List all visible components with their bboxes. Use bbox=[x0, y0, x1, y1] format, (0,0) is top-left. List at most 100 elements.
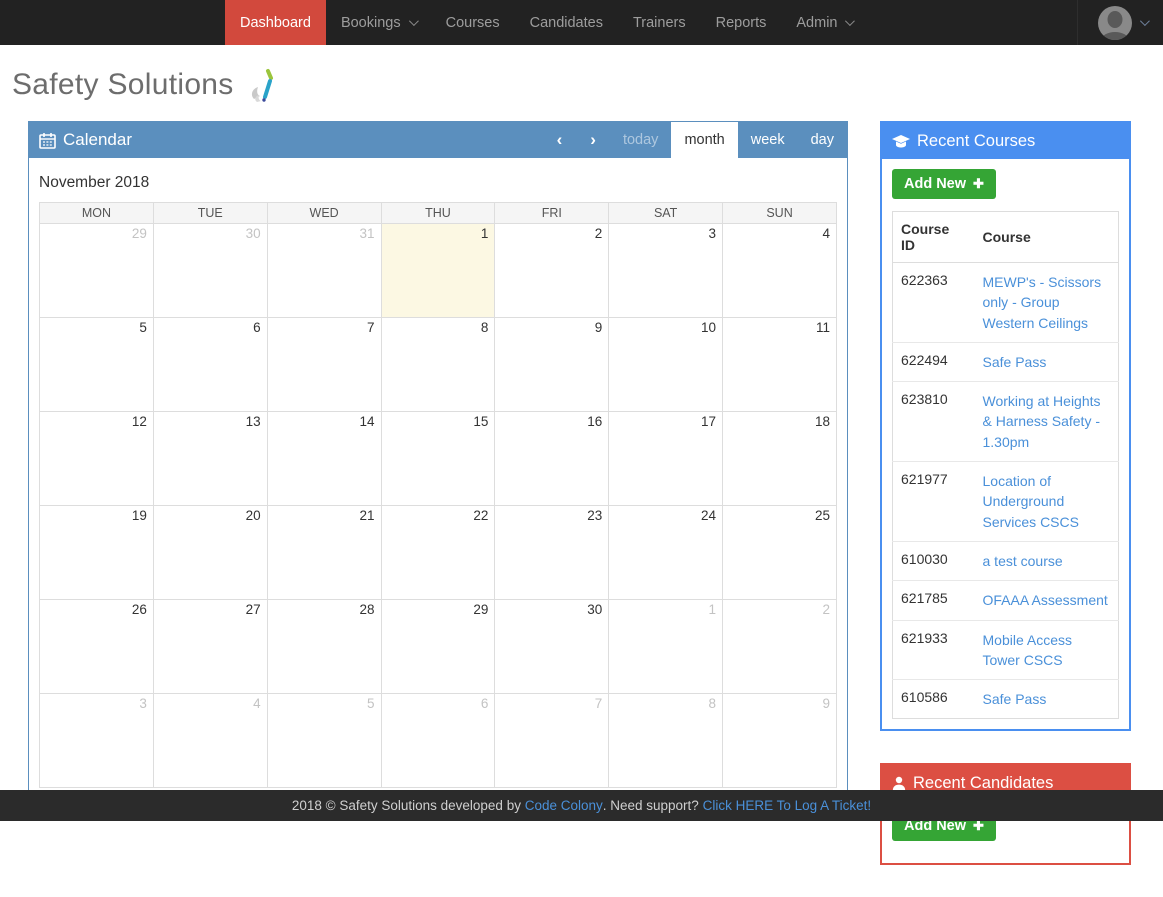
calendar-day-cell[interactable]: 9 bbox=[723, 694, 837, 788]
courses-table-header-row: Course ID Course bbox=[893, 212, 1119, 263]
footer-text: . Need support? bbox=[603, 798, 703, 813]
nav-item-bookings[interactable]: Bookings bbox=[326, 0, 431, 45]
nav-item-courses[interactable]: Courses bbox=[431, 0, 515, 45]
nav-item-dashboard[interactable]: Dashboard bbox=[225, 0, 326, 45]
course-link[interactable]: Mobile Access Tower CSCS bbox=[983, 630, 1111, 671]
nav-item-reports[interactable]: Reports bbox=[701, 0, 782, 45]
next-month-button[interactable]: › bbox=[576, 122, 610, 158]
calendar-day-cell[interactable]: 21 bbox=[267, 506, 381, 600]
calendar-icon bbox=[39, 132, 56, 149]
calendar-day-cell[interactable]: 18 bbox=[723, 412, 837, 506]
calendar-day-cell[interactable]: 8 bbox=[381, 318, 495, 412]
calendar-day-cell[interactable]: 24 bbox=[609, 506, 723, 600]
calendar-day-cell[interactable]: 6 bbox=[381, 694, 495, 788]
calendar-day-cell[interactable]: 30 bbox=[495, 600, 609, 694]
calendar-day-cell[interactable]: 11 bbox=[723, 318, 837, 412]
calendar-day-cell[interactable]: 6 bbox=[153, 318, 267, 412]
nav-item-trainers[interactable]: Trainers bbox=[618, 0, 701, 45]
course-link[interactable]: a test course bbox=[983, 551, 1063, 571]
calendar-day-cell[interactable]: 31 bbox=[267, 224, 381, 318]
calendar-day-cell[interactable]: 23 bbox=[495, 506, 609, 600]
prev-month-button[interactable]: ‹ bbox=[543, 122, 577, 158]
calendar-day-cell[interactable]: 9 bbox=[495, 318, 609, 412]
calendar-day-cell[interactable]: 27 bbox=[153, 600, 267, 694]
calendar-day-cell[interactable]: 26 bbox=[40, 600, 154, 694]
calendar-day-cell[interactable]: 13 bbox=[153, 412, 267, 506]
calendar-day-cell-today[interactable]: 1 bbox=[381, 224, 495, 318]
calendar-day-cell[interactable]: 4 bbox=[153, 694, 267, 788]
month-view-button[interactable]: month bbox=[671, 122, 737, 158]
calendar-day-headers: MONTUEWEDTHUFRISATSUN bbox=[40, 203, 837, 224]
course-id-cell: 610030 bbox=[893, 541, 975, 580]
calendar-day-cell[interactable]: 4 bbox=[723, 224, 837, 318]
calendar-day-cell[interactable]: 29 bbox=[381, 600, 495, 694]
nav-item-label: Bookings bbox=[341, 15, 401, 31]
calendar-day-cell[interactable]: 19 bbox=[40, 506, 154, 600]
course-name-cell: Location of Underground Services CSCS bbox=[975, 462, 1119, 542]
main-content: Calendar ‹ › today month week day Novemb… bbox=[0, 121, 1163, 897]
code-colony-link[interactable]: Code Colony bbox=[525, 798, 603, 813]
chevron-down-icon bbox=[845, 16, 855, 26]
week-view-button[interactable]: week bbox=[738, 122, 798, 158]
calendar-day-cell[interactable]: 3 bbox=[40, 694, 154, 788]
course-link[interactable]: Working at Heights & Harness Safety - 1.… bbox=[983, 391, 1111, 452]
calendar-day-cell[interactable]: 5 bbox=[40, 318, 154, 412]
nav-item-label: Candidates bbox=[530, 15, 603, 31]
calendar-week-row: 3456789 bbox=[40, 694, 837, 788]
nav-item-candidates[interactable]: Candidates bbox=[515, 0, 618, 45]
today-button[interactable]: today bbox=[610, 122, 671, 158]
calendar-day-cell[interactable]: 8 bbox=[609, 694, 723, 788]
course-id-column-header: Course ID bbox=[893, 212, 975, 263]
calendar-day-cell[interactable]: 10 bbox=[609, 318, 723, 412]
course-id-cell: 610586 bbox=[893, 680, 975, 719]
calendar-day-cell[interactable]: 2 bbox=[723, 600, 837, 694]
nav-item-label: Dashboard bbox=[240, 15, 311, 31]
calendar-day-cell[interactable]: 1 bbox=[609, 600, 723, 694]
calendar-day-cell[interactable]: 20 bbox=[153, 506, 267, 600]
calendar-day-cell[interactable]: 15 bbox=[381, 412, 495, 506]
nav-item-label: Trainers bbox=[633, 15, 686, 31]
calendar-week-row: 262728293012 bbox=[40, 600, 837, 694]
calendar-day-cell[interactable]: 22 bbox=[381, 506, 495, 600]
course-name-cell: a test course bbox=[975, 541, 1119, 580]
course-link[interactable]: MEWP's - Scissors only - Group Western C… bbox=[983, 272, 1111, 333]
calendar-day-cell[interactable]: 30 bbox=[153, 224, 267, 318]
page-footer: 2018 © Safety Solutions developed by Cod… bbox=[0, 790, 1163, 821]
calendar-day-cell[interactable]: 7 bbox=[267, 318, 381, 412]
calendar-day-cell[interactable]: 17 bbox=[609, 412, 723, 506]
calendar-day-cell[interactable]: 29 bbox=[40, 224, 154, 318]
course-row: 621785OFAAA Assessment bbox=[893, 581, 1119, 620]
day-view-button[interactable]: day bbox=[798, 122, 847, 158]
course-link[interactable]: Safe Pass bbox=[983, 689, 1047, 709]
course-link[interactable]: Safe Pass bbox=[983, 352, 1047, 372]
sidebar: Recent Courses Add New ✚ Course ID Cours… bbox=[880, 121, 1131, 897]
calendar-body: November 2018 MONTUEWEDTHUFRISATSUN 2930… bbox=[29, 158, 847, 798]
recent-courses-table: Course ID Course 622363MEWP's - Scissors… bbox=[892, 211, 1119, 719]
nav-item-admin[interactable]: Admin bbox=[781, 0, 867, 45]
day-of-week-header: THU bbox=[381, 203, 495, 224]
calendar-day-cell[interactable]: 2 bbox=[495, 224, 609, 318]
course-column-header: Course bbox=[975, 212, 1119, 263]
calendar-week-row: 19202122232425 bbox=[40, 506, 837, 600]
course-row: 622363MEWP's - Scissors only - Group Wes… bbox=[893, 263, 1119, 343]
recent-courses-body: Add New ✚ Course ID Course 622363MEWP's … bbox=[882, 159, 1129, 729]
log-ticket-link[interactable]: Click HERE To Log A Ticket! bbox=[703, 798, 872, 813]
nav-item-label: Reports bbox=[716, 15, 767, 31]
calendar-day-cell[interactable]: 25 bbox=[723, 506, 837, 600]
calendar-day-cell[interactable]: 16 bbox=[495, 412, 609, 506]
calendar-day-cell[interactable]: 3 bbox=[609, 224, 723, 318]
course-link[interactable]: OFAAA Assessment bbox=[983, 590, 1108, 610]
calendar-day-cell[interactable]: 28 bbox=[267, 600, 381, 694]
calendar-day-cell[interactable]: 7 bbox=[495, 694, 609, 788]
course-row: 610586 Safe Pass bbox=[893, 680, 1119, 719]
calendar-day-cell[interactable]: 5 bbox=[267, 694, 381, 788]
calendar-day-cell[interactable]: 12 bbox=[40, 412, 154, 506]
user-menu[interactable] bbox=[1077, 0, 1163, 45]
footer-text: 2018 © Safety Solutions developed by bbox=[292, 798, 525, 813]
recent-courses-title: Recent Courses bbox=[917, 132, 1035, 151]
calendar-day-cell[interactable]: 14 bbox=[267, 412, 381, 506]
calendar-panel: Calendar ‹ › today month week day Novemb… bbox=[28, 121, 848, 799]
course-link[interactable]: Location of Underground Services CSCS bbox=[983, 471, 1111, 532]
page-header: Safety Solutions bbox=[12, 65, 1163, 105]
add-new-course-button[interactable]: Add New ✚ bbox=[892, 169, 996, 199]
